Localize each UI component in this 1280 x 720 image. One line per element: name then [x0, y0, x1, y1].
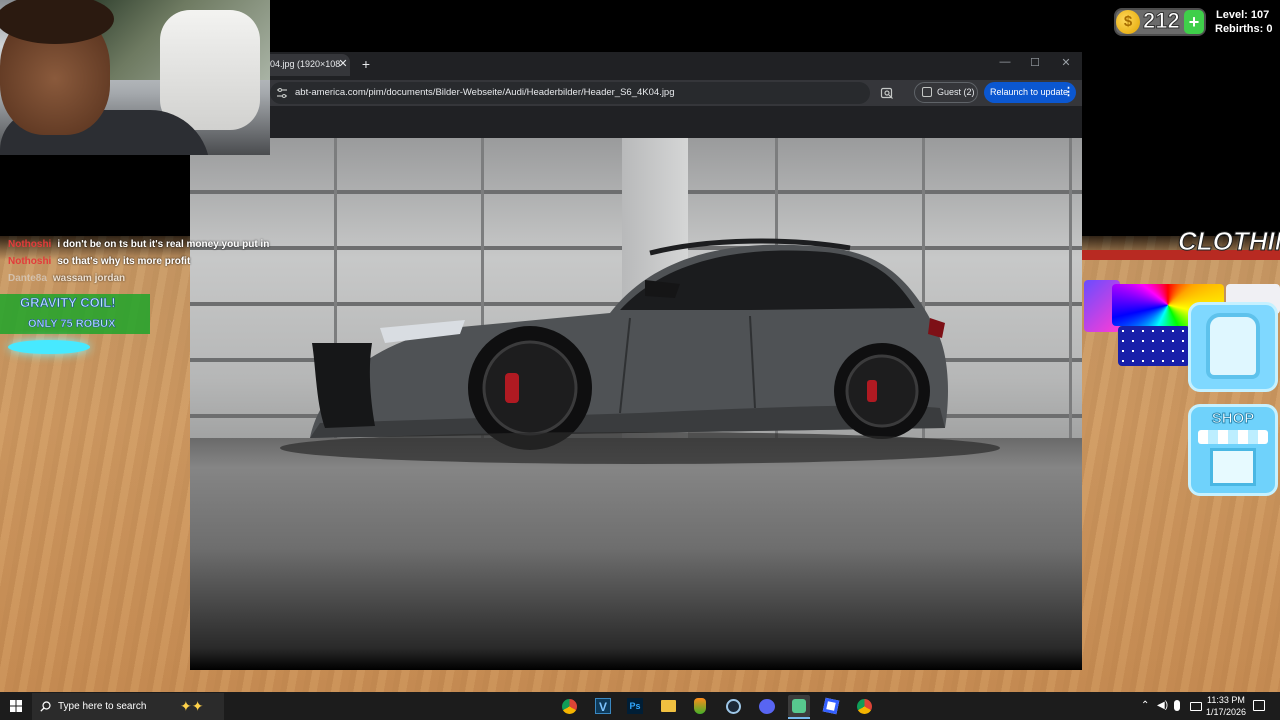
chat-message: Dante8a wassam jordan: [8, 273, 125, 284]
webcam-overlay: [0, 0, 270, 155]
chat-username: Nothoshi: [8, 256, 52, 267]
tab-title: 04.jpg (1920×108: [270, 59, 341, 69]
chat-username: Dante8a: [8, 273, 47, 284]
minimize-button[interactable]: —: [998, 56, 1012, 68]
site-info-icon[interactable]: [276, 87, 288, 99]
tray-overflow-icon[interactable]: ⌃: [1141, 700, 1149, 711]
chat-username: Nothoshi: [8, 239, 52, 250]
new-tab-button[interactable]: +: [359, 56, 373, 72]
chat-message: Nothoshi i don't be on ts but it's real m…: [8, 239, 269, 250]
active-app-indicator: [788, 717, 810, 719]
url-text: abt-america.com/pim/documents/Bilder-Web…: [295, 87, 675, 98]
gravity-coil-price: ONLY 75 ROBUX: [28, 318, 116, 331]
backpack-icon: [1206, 313, 1260, 379]
profile-label: Guest (2): [937, 87, 975, 97]
close-window-button[interactable]: ✕: [1059, 56, 1073, 69]
coin-count: 212: [1143, 8, 1181, 34]
audi-s6-avant-photo: [280, 238, 1000, 464]
search-highlight-icon: ✦✦: [180, 698, 204, 714]
guest-profile-icon: [922, 87, 932, 97]
clock-date[interactable]: 1/17/2026: [1206, 707, 1246, 717]
chat-message: Nothoshi so that's why its more profit: [8, 256, 190, 267]
purchase-pad[interactable]: [8, 340, 90, 354]
maximize-button[interactable]: ☐: [1028, 56, 1042, 69]
rebirths-label: Rebirths: 0: [1215, 23, 1273, 35]
chat-text: wassam jordan: [52, 273, 126, 284]
shop-button-label: SHOP: [1211, 410, 1255, 428]
storefront-icon: [1210, 448, 1256, 486]
visual-studio-icon[interactable]: V: [595, 698, 611, 714]
relaunch-label: Relaunch to update: [990, 87, 1069, 97]
discord-icon[interactable]: [759, 699, 775, 714]
search-icon: [40, 701, 51, 712]
steam-icon[interactable]: [726, 699, 741, 714]
taskbar-search-placeholder: Type here to search: [58, 701, 147, 712]
coin-icon: $: [1116, 10, 1140, 34]
chat-app-glyph-icon: [792, 699, 806, 713]
chrome-icon-2[interactable]: [857, 699, 872, 714]
shop-awning-icon: [1198, 430, 1268, 444]
google-lens-icon[interactable]: [880, 86, 894, 100]
file-explorer-icon[interactable]: [661, 700, 676, 712]
close-tab-icon[interactable]: ✕: [337, 57, 349, 70]
roblox-icon[interactable]: [822, 697, 840, 715]
buy-coins-button[interactable]: +: [1184, 10, 1204, 34]
network-icon[interactable]: [1190, 702, 1202, 711]
chat-text: i don't be on ts but it's real money you…: [57, 239, 270, 250]
chrome-icon[interactable]: [562, 699, 577, 714]
windows-start-icon[interactable]: [10, 700, 22, 712]
notifications-icon[interactable]: [1253, 700, 1265, 711]
chat-text: so that's why its more profit: [57, 256, 191, 267]
volume-icon[interactable]: ◀): [1157, 700, 1168, 711]
chat-app-icon[interactable]: [788, 695, 810, 717]
fl-studio-icon[interactable]: [694, 698, 706, 714]
mic-icon[interactable]: [1174, 700, 1180, 711]
webcam-car-seat: [160, 10, 260, 130]
image-viewer[interactable]: [190, 138, 1082, 670]
gravity-coil-title: GRAVITY COIL!: [20, 295, 116, 311]
clothing-store-sign: CLOTHIN: [1178, 226, 1280, 257]
clock-time[interactable]: 11:33 PM: [1207, 695, 1245, 705]
browser-menu-icon[interactable]: ⋮: [1063, 85, 1074, 98]
photoshop-icon[interactable]: Ps: [627, 698, 643, 714]
clothing-item[interactable]: [1118, 326, 1190, 366]
level-label: Level: 107: [1216, 9, 1270, 21]
